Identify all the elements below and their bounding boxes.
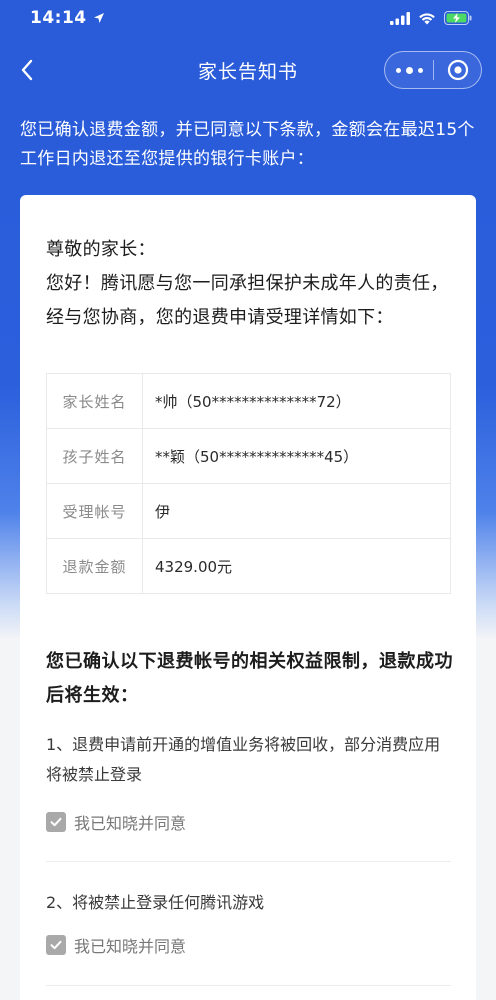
detail-value: **颖（50**************45） (142, 428, 451, 484)
agree-checkbox-1[interactable]: 我已知晓并同意 (46, 810, 186, 834)
detail-label: 孩子姓名 (46, 428, 143, 484)
wifi-icon (419, 12, 435, 24)
agree-checkbox-2[interactable]: 我已知晓并同意 (46, 933, 186, 957)
page-title: 家长告知书 (197, 60, 298, 83)
battery-charging-icon (444, 11, 472, 25)
status-bar: 14:14 (0, 0, 496, 36)
back-chevron-icon[interactable] (14, 56, 42, 84)
restrictions-title: 您已确认以下退费帐号的相关权益限制，退款成功后将生效： (46, 651, 453, 706)
target-close-icon[interactable] (434, 52, 481, 88)
letter-body: 您好！腾讯愿与您一同承担保护未成年人的责任，经与您协商，您的退费申请受理详情如下… (46, 273, 449, 328)
table-row: 孩子姓名 **颖（50**************45） (46, 428, 451, 484)
checkbox-checked-icon[interactable] (46, 812, 66, 832)
agree-label: 我已知晓并同意 (74, 937, 187, 956)
detail-value: *帅（50**************72） (142, 373, 451, 429)
detail-label: 受理帐号 (46, 483, 143, 539)
cellular-signal-icon (390, 11, 410, 25)
agree-label: 我已知晓并同意 (74, 814, 187, 833)
location-arrow-icon (93, 13, 104, 23)
table-row: 受理帐号 伊 (46, 483, 451, 539)
table-row: 家长姓名 *帅（50**************72） (46, 373, 451, 429)
status-time: 14:14 (30, 8, 87, 28)
divider (46, 861, 451, 862)
checkbox-checked-icon[interactable] (46, 935, 66, 955)
notice-card: 尊敬的家长： 您好！腾讯愿与您一同承担保护未成年人的责任，经与您协商，您的退费申… (20, 195, 476, 1000)
detail-value: 4329.00元 (142, 538, 451, 594)
table-row: 退款金额 4329.00元 (46, 538, 451, 594)
mini-program-capsule (384, 51, 482, 89)
letter-greeting: 尊敬的家长： 您好！腾讯愿与您一同承担保护未成年人的责任，经与您协商，您的退费申… (46, 233, 456, 335)
detail-label: 退款金额 (46, 538, 143, 594)
divider (46, 985, 451, 986)
restriction-item-1: 1、退费申请前开通的增值业务将被回收，部分消费应用将被禁止登录 (46, 735, 441, 784)
restriction-item-2: 2、将被禁止登录任何腾讯游戏 (46, 893, 265, 912)
detail-label: 家长姓名 (46, 373, 143, 429)
refund-details-table: 家长姓名 *帅（50**************72） 孩子姓名 **颖（50*… (46, 373, 451, 594)
navigation-bar: 家长告知书 (0, 46, 496, 94)
letter-salutation: 尊敬的家长： (46, 239, 156, 260)
detail-value: 伊 (142, 483, 451, 539)
more-dots-icon[interactable] (385, 52, 433, 88)
refund-intro-text: 您已确认退费金额，并已同意以下条款，金额会在最迟15个工作日内退还至您提供的银行… (20, 120, 475, 169)
